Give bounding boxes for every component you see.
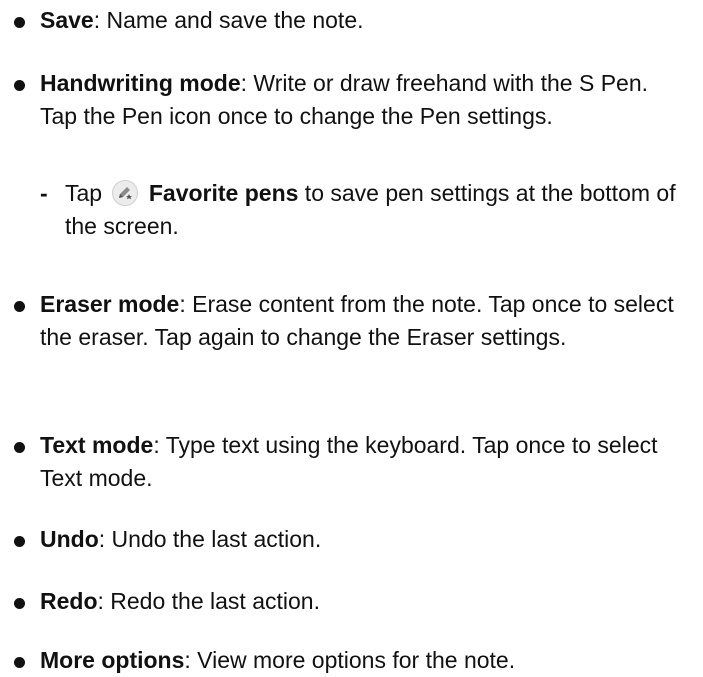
bullet-dot bbox=[14, 80, 25, 91]
item-term: More options bbox=[40, 647, 185, 673]
bullet-dot bbox=[14, 536, 25, 547]
item-description: : View more options for the note. bbox=[184, 647, 516, 673]
list-item-eraser-mode: Eraser mode: Erase content from the note… bbox=[14, 288, 700, 354]
list-item-save: Save: Name and save the note. bbox=[14, 4, 703, 37]
bullet-dot bbox=[14, 598, 25, 609]
sub-text-before: Tap bbox=[65, 180, 103, 206]
item-description: : Name and save the note. bbox=[93, 7, 364, 33]
sub-dash: - bbox=[40, 180, 48, 206]
item-description: : Redo the last action. bbox=[97, 588, 320, 614]
item-term: Handwriting mode bbox=[40, 70, 241, 96]
list-item-more-options: More options: View more options for the … bbox=[14, 644, 703, 677]
item-term: Eraser mode bbox=[40, 291, 180, 317]
item-term: Text mode bbox=[40, 432, 154, 458]
list-item-handwriting-mode: Handwriting mode: Write or draw freehand… bbox=[14, 67, 680, 133]
list-item-text-mode: Text mode: Type text using the keyboard.… bbox=[14, 429, 660, 495]
favorite-pens-icon bbox=[112, 180, 139, 206]
item-term: Redo bbox=[40, 588, 98, 614]
item-term: Undo bbox=[40, 526, 99, 552]
sub-item-favorite-pens: - Tap Favorite pens to save pen settings… bbox=[40, 177, 685, 243]
item-description: : Undo the last action. bbox=[98, 526, 322, 552]
bullet-dot bbox=[14, 657, 25, 668]
bullet-dot bbox=[14, 442, 25, 453]
list-item-redo: Redo: Redo the last action. bbox=[14, 585, 703, 618]
item-term: Save bbox=[40, 7, 94, 33]
list-item-undo: Undo: Undo the last action. bbox=[14, 523, 703, 556]
sub-term: Favorite pens bbox=[148, 180, 299, 206]
bullet-dot bbox=[14, 301, 25, 312]
bullet-dot bbox=[14, 17, 25, 28]
